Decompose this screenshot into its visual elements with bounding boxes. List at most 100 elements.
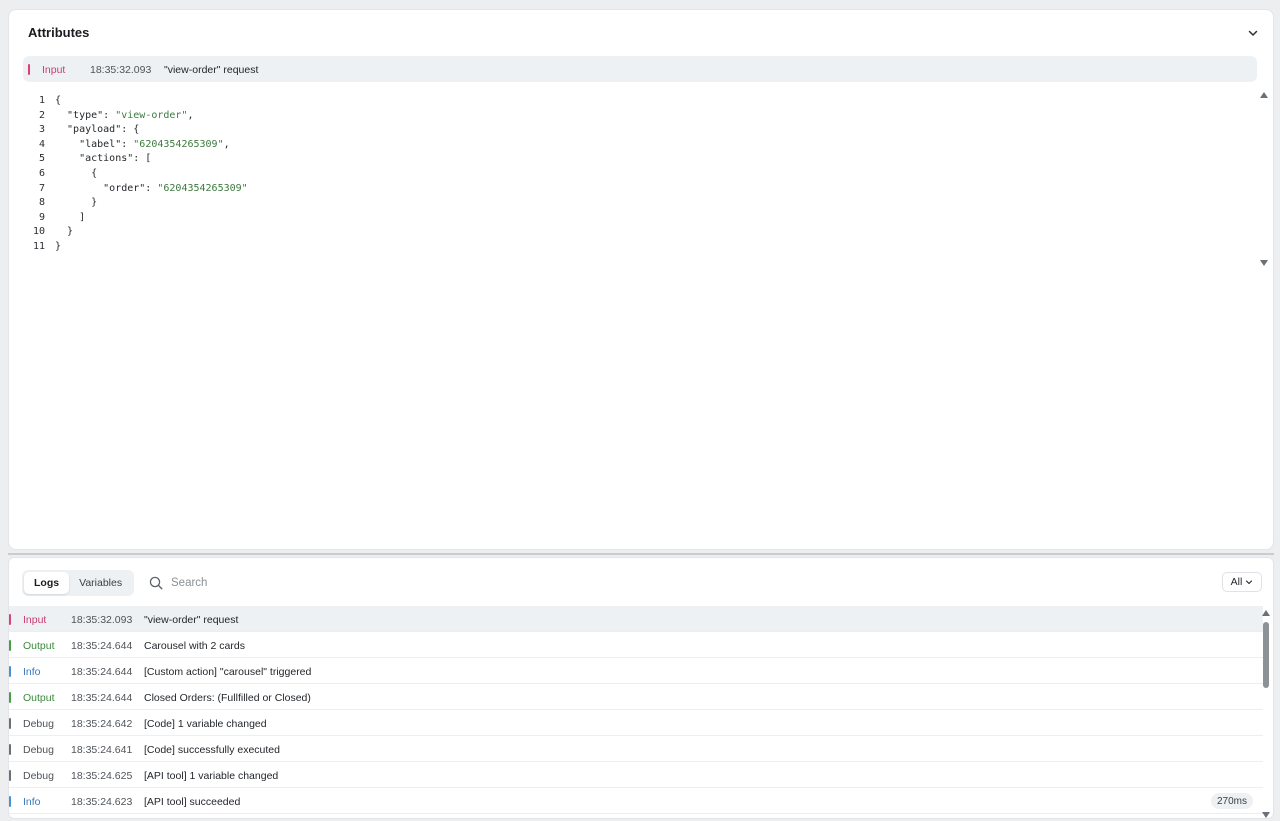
log-row[interactable]: Output 18:35:24.644 Closed Orders: (Fullfi… xyxy=(9,684,1263,710)
level-indicator xyxy=(9,640,11,651)
line-number: 7 xyxy=(38,182,45,194)
log-level: Info xyxy=(23,796,41,808)
log-timestamp: 18:35:24.644 xyxy=(71,640,133,652)
line-number: 4 xyxy=(38,138,45,150)
line-number: 6 xyxy=(38,167,45,179)
code-line: 7 "order": "6204354265309" xyxy=(23,182,1253,197)
line-number: 11 xyxy=(32,240,45,252)
attributes-title: Attributes xyxy=(28,25,90,40)
log-row[interactable]: Output 18:35:24.644 Carousel with 2 cards xyxy=(9,632,1263,658)
log-timestamp: 18:35:32.093 xyxy=(71,614,133,626)
log-row[interactable]: Debug 18:35:24.642 [Code] 1 variable chang… xyxy=(9,710,1263,736)
log-message: Carousel with 2 cards xyxy=(144,640,245,652)
line-number: 10 xyxy=(32,226,45,238)
code-line: 2 "type": "view-order", xyxy=(23,109,1253,124)
panel-resize-divider[interactable] xyxy=(8,553,1274,555)
log-message: [API tool] succeeded xyxy=(144,796,241,808)
code-text: } xyxy=(55,240,61,255)
code-line: 1{ xyxy=(23,94,1253,109)
json-code-viewer[interactable]: 1{2 "type": "view-order", 3 "payload": {4… xyxy=(23,94,1253,274)
search-icon xyxy=(149,576,163,590)
log-row[interactable]: Info 18:35:24.623 [API tool] succeeded 270m… xyxy=(9,788,1263,814)
code-token: "type": xyxy=(55,109,116,121)
level-indicator xyxy=(9,744,11,755)
code-token: } xyxy=(55,226,74,238)
log-row[interactable]: Debug 18:35:24.625 [API tool] 1 variable c… xyxy=(9,762,1263,788)
line-number: 1 xyxy=(38,95,45,106)
log-row[interactable]: Info 18:35:24.644 [Custom action] "carouse… xyxy=(9,658,1263,684)
code-text: "payload": { xyxy=(55,123,139,138)
code-token: "label": xyxy=(55,138,134,150)
line-number: 5 xyxy=(38,153,45,165)
log-timestamp: 18:35:24.641 xyxy=(71,744,133,756)
log-level: Debug xyxy=(23,744,54,756)
scroll-down-icon[interactable] xyxy=(1262,812,1270,818)
scroll-down-icon[interactable] xyxy=(1260,260,1268,266)
attributes-header: Attributes xyxy=(9,10,1273,54)
filter-value: All xyxy=(1230,576,1243,588)
code-token: , xyxy=(223,138,230,150)
code-text: ] xyxy=(55,211,85,226)
level-indicator xyxy=(9,666,11,677)
log-message: Closed Orders: (Fullfilled or Closed) xyxy=(144,692,311,704)
log-timestamp: 18:35:24.642 xyxy=(71,718,133,730)
code-line: 5 "actions": [ xyxy=(23,152,1253,167)
logs-panel: Logs Variables All Input 18:35:32.093 "vie… xyxy=(8,557,1274,819)
log-timestamp: 18:35:24.623 xyxy=(71,796,133,808)
code-line: 4 "label": "6204354265309", xyxy=(23,138,1253,153)
level-indicator xyxy=(9,692,11,703)
code-token: , xyxy=(187,109,194,121)
duration-badge: 270ms xyxy=(1210,793,1253,809)
search-input[interactable] xyxy=(171,577,431,589)
line-number: 3 xyxy=(38,124,45,136)
code-line: 11} xyxy=(23,240,1253,255)
code-text: "actions": [ xyxy=(55,152,151,167)
level-indicator xyxy=(28,64,30,75)
line-number: 2 xyxy=(38,109,45,121)
code-string-token: "6204354265309" xyxy=(157,182,248,194)
log-message: [Code] successfully executed xyxy=(144,744,280,756)
level-indicator xyxy=(9,718,11,729)
selected-log-summary: Input 18:35:32.093 "view-order" request xyxy=(23,56,1257,82)
selected-log-timestamp: 18:35:32.093 xyxy=(90,64,152,76)
log-timestamp: 18:35:24.625 xyxy=(71,770,133,782)
logs-scrollbar[interactable] xyxy=(1262,610,1270,818)
collapse-button[interactable] xyxy=(1245,25,1261,41)
code-line: 3 "payload": { xyxy=(23,123,1253,138)
tab-variables[interactable]: Variables xyxy=(69,572,132,594)
tab-logs[interactable]: Logs xyxy=(24,572,70,594)
code-line: 10 } xyxy=(23,225,1253,240)
selected-log-message: "view-order" request xyxy=(164,64,259,76)
chevron-down-icon xyxy=(1248,30,1258,36)
logs-tabs: Logs Variables xyxy=(22,570,134,596)
level-filter-select[interactable]: All xyxy=(1222,572,1262,592)
log-row[interactable]: Debug 18:35:24.641 [Code] successfully exe… xyxy=(9,736,1263,762)
level-indicator xyxy=(9,770,11,781)
log-level: Debug xyxy=(23,718,54,730)
code-text: "order": "6204354265309" xyxy=(55,182,248,197)
code-token: } xyxy=(55,197,98,209)
log-level: Info xyxy=(23,666,41,678)
code-text: "label": "6204354265309", xyxy=(55,138,230,153)
log-timestamp: 18:35:24.644 xyxy=(71,666,133,678)
log-level: Debug xyxy=(23,770,54,782)
code-text: { xyxy=(55,94,61,109)
log-level: Input xyxy=(23,614,47,626)
code-text: { xyxy=(55,167,97,182)
log-message: "view-order" request xyxy=(144,614,239,626)
log-level: Output xyxy=(23,640,55,652)
code-token: "actions": [ xyxy=(55,153,152,165)
code-text: "type": "view-order", xyxy=(55,109,194,124)
code-string-token: "6204354265309" xyxy=(133,138,224,150)
line-number: 8 xyxy=(38,197,45,209)
log-timestamp: 18:35:24.644 xyxy=(71,692,133,704)
selected-log-level: Input xyxy=(42,64,66,76)
scrollbar-thumb[interactable] xyxy=(1263,622,1269,688)
level-indicator xyxy=(9,796,11,807)
code-token: ] xyxy=(55,211,86,223)
scroll-up-icon[interactable] xyxy=(1262,610,1270,616)
log-row[interactable]: Input 18:35:32.093 "view-order" request xyxy=(9,606,1263,632)
scroll-up-icon[interactable] xyxy=(1260,92,1268,98)
code-token: "order": xyxy=(55,182,158,194)
attributes-panel: Attributes Input 18:35:32.093 "view-orde… xyxy=(8,9,1274,550)
